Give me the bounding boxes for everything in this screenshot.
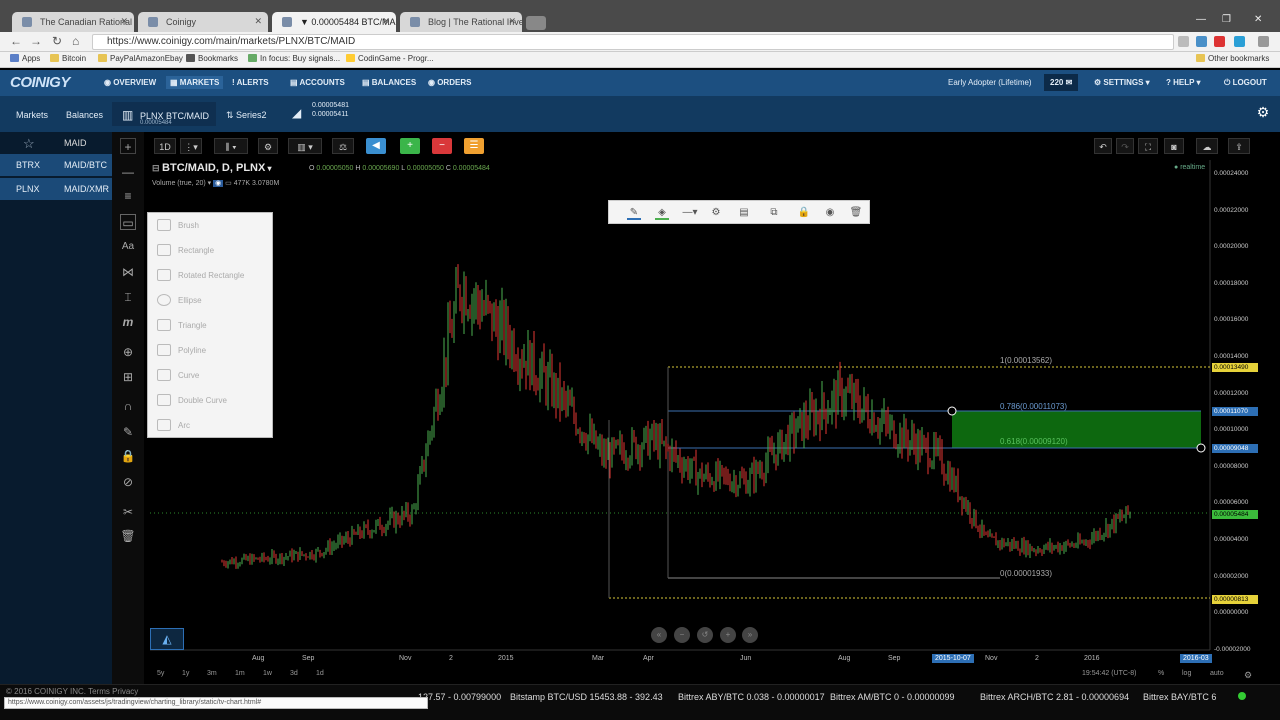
line-style-icon[interactable]: —▾ — [679, 206, 701, 220]
zoom-in-icon[interactable]: + — [720, 627, 736, 643]
range-1d[interactable]: 1d — [316, 670, 324, 677]
rectangle-icon — [157, 244, 171, 256]
price-tick-label: 0.00014000 — [1214, 353, 1249, 360]
menu-item-arc[interactable]: Arc — [148, 413, 274, 438]
time-tick-label: Jun — [740, 655, 752, 662]
menu-item-double-curve[interactable]: Double Curve — [148, 388, 274, 413]
browser-status-bar: https://www.coinigy.com/assets/js/tradin… — [4, 697, 428, 709]
ticker-item[interactable]: Bittrex ABY/BTC 0.038 - 0.00000017 — [678, 692, 825, 702]
clock: 19:54:42 (UTC-8) — [1082, 670, 1137, 677]
clone-icon[interactable]: ⧉ — [767, 206, 781, 220]
range-1w[interactable]: 1w — [263, 670, 272, 677]
curve-icon — [157, 369, 171, 381]
menu-item-polyline[interactable]: Polyline — [148, 338, 274, 363]
log-toggle[interactable]: log — [1182, 670, 1191, 677]
ticker-item[interactable]: Bittrex BAY/BTC 6 — [1143, 692, 1216, 702]
time-tick-label: 2 — [1035, 655, 1039, 662]
price-tick-label: 0.00006000 — [1214, 499, 1249, 507]
menu-item-curve[interactable]: Curve — [148, 363, 274, 388]
brush-icon — [157, 219, 171, 231]
scroll-right-icon[interactable]: » — [742, 627, 758, 643]
polyline-icon — [157, 344, 171, 356]
fill-icon[interactable]: ◈ — [655, 206, 669, 220]
price-tick-label: 0.00004000 — [1214, 536, 1249, 543]
time-tick-label: Aug — [838, 655, 851, 662]
cursor-date-label: 2015-10-07 — [932, 654, 974, 663]
fib-zone-fill — [952, 411, 1201, 448]
time-tick-label: Apr — [643, 655, 654, 662]
arc-icon — [157, 419, 171, 431]
time-tick-label: 2015 — [498, 655, 514, 662]
range-5y[interactable]: 5y — [157, 670, 164, 677]
time-tick-label: 2 — [449, 655, 453, 662]
time-tick-label: Sep — [302, 655, 315, 662]
range-1y[interactable]: 1y — [182, 670, 189, 677]
range-3m[interactable]: 3m — [207, 670, 217, 677]
gear-icon[interactable]: ⚙ — [709, 206, 723, 220]
ticker-item[interactable]: Bittrex AM/BTC 0 - 0.00000099 — [830, 692, 955, 702]
percent-toggle[interactable]: % — [1158, 670, 1164, 677]
ticker-item[interactable]: 127.57 - 0.00799000 — [418, 692, 501, 702]
menu-item-brush[interactable]: Brush — [148, 213, 274, 238]
price-tick-label: 0.00018000 — [1214, 279, 1249, 287]
time-tick-label: Nov — [985, 655, 998, 662]
price-label-low: 0.00000813 — [1212, 595, 1258, 604]
ticker-item[interactable]: Bittrex ARCH/BTC 2.81 - 0.00000694 — [980, 692, 1129, 702]
menu-item-rotated-rectangle[interactable]: Rotated Rectangle — [148, 263, 274, 288]
cursor-date-label: 2016-03 — [1180, 654, 1212, 663]
trash-icon[interactable]: 🗑 — [849, 206, 863, 220]
triangle-icon — [157, 319, 171, 331]
fib-level-label: 0.786(0.00011073) — [1000, 402, 1068, 411]
price-label-fib786: 0.00011070 — [1212, 407, 1258, 416]
time-tick-label: Aug — [252, 655, 265, 662]
auto-toggle[interactable]: auto — [1210, 670, 1224, 677]
status-dot-icon — [1238, 692, 1246, 700]
shapes-menu: Brush Rectangle Rotated Rectangle Ellips… — [147, 212, 273, 438]
price-tick-label: 0.00022000 — [1214, 206, 1249, 214]
price-tick-label: 0.00020000 — [1214, 243, 1249, 251]
fib-handle — [1196, 443, 1206, 453]
pencil-icon[interactable]: ✎ — [627, 206, 641, 220]
rotated-rectangle-icon — [157, 269, 171, 281]
fib-level-label: 1(0.00013562) — [1000, 356, 1053, 365]
range-3d[interactable]: 3d — [290, 670, 298, 677]
ticker-item[interactable]: Bitstamp BTC/USD 15453.88 - 392.43 — [510, 692, 663, 702]
time-tick-label: 2016 — [1084, 655, 1100, 662]
price-tick-label: 0.00024000 — [1214, 170, 1249, 177]
price-label-last: 0.00005484 — [1212, 510, 1258, 519]
price-tick-label: 0.00000000 — [1214, 609, 1249, 617]
price-tick-label: 0.00010000 — [1214, 426, 1249, 434]
scroll-left-icon[interactable]: « — [651, 627, 667, 643]
price-tick-label: -0.00002000 — [1214, 645, 1251, 653]
eye-icon[interactable]: ◉ — [823, 206, 837, 220]
gear-icon[interactable]: ⚙ — [1244, 670, 1252, 681]
drawing-properties-toolbar: ✎ ◈ —▾ ⚙ ▤ ⧉ 🔒 ◉ 🗑 — [608, 200, 870, 224]
lock-icon[interactable]: 🔒 — [797, 206, 811, 220]
fib-handle — [947, 406, 957, 416]
menu-item-ellipse[interactable]: Ellipse — [148, 288, 274, 313]
price-tick-label: 0.00002000 — [1214, 572, 1249, 580]
range-1m[interactable]: 1m — [235, 670, 245, 677]
price-label-fib1: 0.00013490 — [1212, 363, 1258, 372]
price-tick-label: 0.00012000 — [1214, 389, 1249, 397]
menu-item-rectangle[interactable]: Rectangle — [148, 238, 274, 263]
time-tick-label: Nov — [399, 655, 412, 662]
zoom-out-icon[interactable]: − — [674, 627, 690, 643]
fib-level-label: 0(0.00001933) — [1000, 569, 1053, 578]
time-tick-label: Mar — [592, 655, 605, 662]
ellipse-icon — [157, 294, 171, 306]
double-curve-icon — [157, 394, 171, 406]
layers-icon[interactable]: ▤ — [737, 206, 751, 220]
price-label-fib618: 0.00009048 — [1212, 444, 1258, 453]
chart-logo-icon[interactable]: ◭ — [150, 628, 184, 650]
fib-level-label: 0.618(0.00009120) — [1000, 437, 1068, 446]
time-tick-label: Sep — [888, 655, 901, 662]
price-tick-label: 0.00008000 — [1214, 462, 1249, 470]
price-tick-label: 0.00016000 — [1214, 316, 1249, 324]
menu-item-triangle[interactable]: Triangle — [148, 313, 274, 338]
footer-copyright: © 2016 COINIGY INC. Terms Privacy — [6, 687, 139, 696]
reset-icon[interactable]: ↺ — [697, 627, 713, 643]
